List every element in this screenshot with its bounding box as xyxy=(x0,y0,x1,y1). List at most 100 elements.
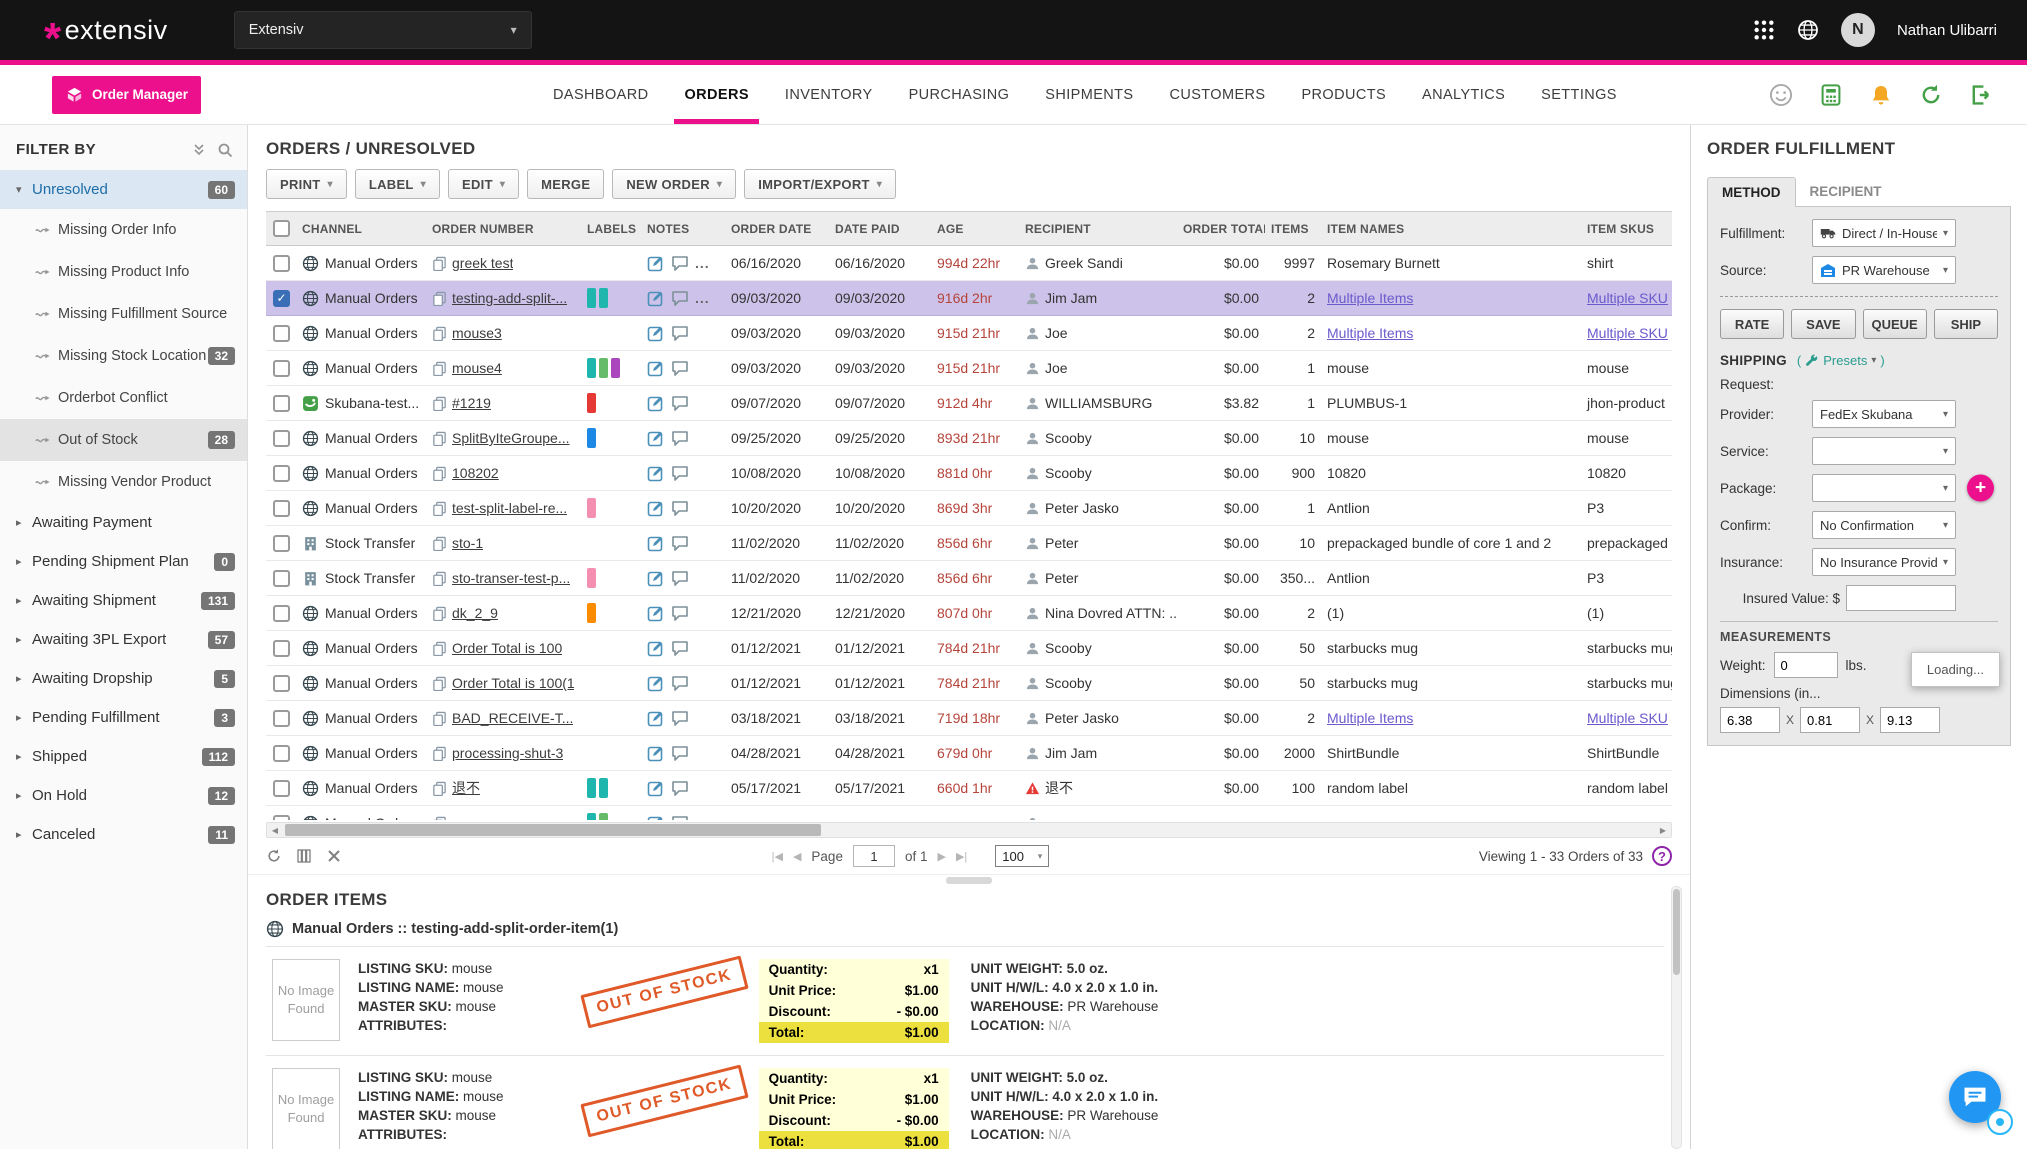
scroll-left-icon[interactable] xyxy=(267,823,283,837)
copy-icon[interactable] xyxy=(432,606,447,621)
table-row[interactable]: Manual Orders 退不 05/17/2021 05/17/2021 6… xyxy=(266,771,1672,806)
sidebar-item-orderbot-conflict[interactable]: Orderbot Conflict xyxy=(0,377,247,419)
sidebar-item-on-hold[interactable]: On Hold 12 xyxy=(0,776,247,815)
row-checkbox[interactable] xyxy=(273,255,290,272)
sidebar-item-awaiting-3pl-export[interactable]: Awaiting 3PL Export 57 xyxy=(0,620,247,659)
edit-note-icon[interactable] xyxy=(647,359,665,377)
order-number-link[interactable]: processing-shut-3 xyxy=(452,745,563,761)
table-row[interactable]: Skubana-test... #1219 09/07/2020 09/07/2… xyxy=(266,386,1672,421)
edit-note-icon[interactable] xyxy=(647,639,665,657)
table-row[interactable]: Manual Orders processing-shut-3 04/28/20… xyxy=(266,736,1672,771)
sidebar-item-unresolved[interactable]: Unresolved 60 xyxy=(0,170,247,209)
insurance-select[interactable]: No Insurance Provider xyxy=(1812,548,1956,576)
source-select[interactable]: PR Warehouse xyxy=(1812,256,1956,284)
copy-icon[interactable] xyxy=(432,641,447,656)
copy-icon[interactable] xyxy=(432,536,447,551)
order-number-link[interactable]: 退不 xyxy=(452,778,480,798)
table-row[interactable]: Manual Orders mouse3 09/03/2020 09/03/20… xyxy=(266,316,1672,351)
chat-note-icon[interactable] xyxy=(671,674,689,692)
print-button[interactable]: PRINT xyxy=(266,169,347,199)
column-header-order-date[interactable]: ORDER DATE xyxy=(725,222,829,236)
chat-note-icon[interactable] xyxy=(671,429,689,447)
sidebar-item-missing-product-info[interactable]: Missing Product Info xyxy=(0,251,247,293)
row-checkbox[interactable] xyxy=(273,360,290,377)
copy-icon[interactable] xyxy=(432,781,447,796)
rate-button[interactable]: RATE xyxy=(1720,309,1784,339)
label-chip-purple[interactable] xyxy=(611,358,620,378)
chat-note-icon[interactable] xyxy=(671,464,689,482)
order-number-link[interactable]: mouse4 xyxy=(452,360,502,376)
label-chip-pink[interactable] xyxy=(587,498,596,518)
tab-analytics[interactable]: ANALYTICS xyxy=(1422,65,1505,124)
label-chip-green[interactable] xyxy=(599,813,608,820)
table-row[interactable]: Stock Transfer sto-transer-test-p... 11/… xyxy=(266,561,1672,596)
order-number-link[interactable]: BAD_RECEIVE-T... xyxy=(452,710,573,726)
row-checkbox[interactable] xyxy=(273,395,290,412)
dimension-input-2[interactable] xyxy=(1800,707,1860,733)
tab-shipments[interactable]: SHIPMENTS xyxy=(1045,65,1133,124)
weight-input[interactable] xyxy=(1774,652,1838,678)
table-row[interactable]: Manual Orders xyxy=(266,806,1672,820)
panel-splitter[interactable] xyxy=(248,874,1690,886)
table-row[interactable]: Manual Orders 108202 10/08/2020 10/08/20… xyxy=(266,456,1672,491)
workspace-selector[interactable]: Extensiv xyxy=(234,11,532,49)
row-checkbox[interactable] xyxy=(273,710,290,727)
label-chip-teal[interactable] xyxy=(587,813,596,820)
column-header-item-skus[interactable]: ITEM SKUS xyxy=(1581,222,1672,236)
select-all-checkbox[interactable] xyxy=(273,220,290,237)
chat-mini-bubble[interactable] xyxy=(1987,1109,2013,1135)
chat-note-icon[interactable] xyxy=(671,394,689,412)
avatar[interactable]: N xyxy=(1841,13,1875,47)
row-checkbox[interactable] xyxy=(273,675,290,692)
sidebar-item-missing-stock-location[interactable]: Missing Stock Location 32 xyxy=(0,335,247,377)
refresh-icon[interactable] xyxy=(1919,83,1943,107)
prev-page-icon[interactable] xyxy=(793,850,801,863)
chat-note-icon[interactable] xyxy=(671,254,689,272)
chat-note-icon[interactable] xyxy=(671,499,689,517)
label-chip-orange[interactable] xyxy=(587,603,596,623)
language-globe-icon[interactable] xyxy=(1797,19,1819,41)
sidebar-item-out-of-stock[interactable]: Out of Stock 28 xyxy=(0,419,247,461)
table-row[interactable]: Manual Orders dk_2_9 12/21/2020 12/21/20… xyxy=(266,596,1672,631)
horizontal-scrollbar[interactable] xyxy=(266,822,1672,838)
fulfillment-method-select[interactable]: Direct / In-House xyxy=(1812,219,1956,247)
order-number-link[interactable]: Order Total is 100 xyxy=(452,640,562,656)
table-row[interactable]: Manual Orders BAD_RECEIVE-T... 03/18/202… xyxy=(266,701,1672,736)
collapse-all-icon[interactable] xyxy=(191,142,207,158)
label-chip-teal[interactable] xyxy=(599,778,608,798)
column-header-recipient[interactable]: RECIPIENT xyxy=(1019,222,1177,236)
chat-note-icon[interactable] xyxy=(671,639,689,657)
edit-note-icon[interactable] xyxy=(647,499,665,517)
chat-note-icon[interactable] xyxy=(671,814,689,820)
copy-icon[interactable] xyxy=(432,711,447,726)
copy-icon[interactable] xyxy=(432,326,447,341)
label-chip-green[interactable] xyxy=(599,358,608,378)
new-order-button[interactable]: NEW ORDER xyxy=(612,169,736,199)
edit-note-icon[interactable] xyxy=(647,254,665,272)
label-chip-teal[interactable] xyxy=(599,288,608,308)
edit-note-icon[interactable] xyxy=(647,289,665,307)
copy-icon[interactable] xyxy=(432,571,447,586)
edit-note-icon[interactable] xyxy=(647,569,665,587)
order-number-link[interactable]: #1219 xyxy=(452,395,491,411)
label-chip-pink[interactable] xyxy=(587,568,596,588)
row-checkbox[interactable] xyxy=(273,430,290,447)
column-header-item-names[interactable]: ITEM NAMES xyxy=(1321,222,1581,236)
column-settings-icon[interactable] xyxy=(296,848,312,864)
reload-grid-icon[interactable] xyxy=(266,848,282,864)
tab-settings[interactable]: SETTINGS xyxy=(1541,65,1617,124)
chat-note-icon[interactable] xyxy=(671,744,689,762)
apps-grid-icon[interactable] xyxy=(1753,19,1775,41)
search-icon[interactable] xyxy=(217,142,233,158)
sidebar-item-awaiting-dropship[interactable]: Awaiting Dropship 5 xyxy=(0,659,247,698)
label-chip-blue[interactable] xyxy=(587,428,596,448)
order-number-link[interactable]: dk_2_9 xyxy=(452,605,498,621)
edit-note-icon[interactable] xyxy=(647,324,665,342)
help-icon[interactable]: ? xyxy=(1652,846,1672,866)
row-checkbox[interactable] xyxy=(273,325,290,342)
table-row[interactable]: Manual Orders testing-add-split-... ... … xyxy=(266,281,1672,316)
edit-button[interactable]: EDIT xyxy=(448,169,519,199)
column-header-order-total[interactable]: ORDER TOTAL xyxy=(1177,222,1265,236)
merge-button[interactable]: MERGE xyxy=(527,169,604,199)
table-row[interactable]: Manual Orders mouse4 09/03/2020 09/03/20… xyxy=(266,351,1672,386)
